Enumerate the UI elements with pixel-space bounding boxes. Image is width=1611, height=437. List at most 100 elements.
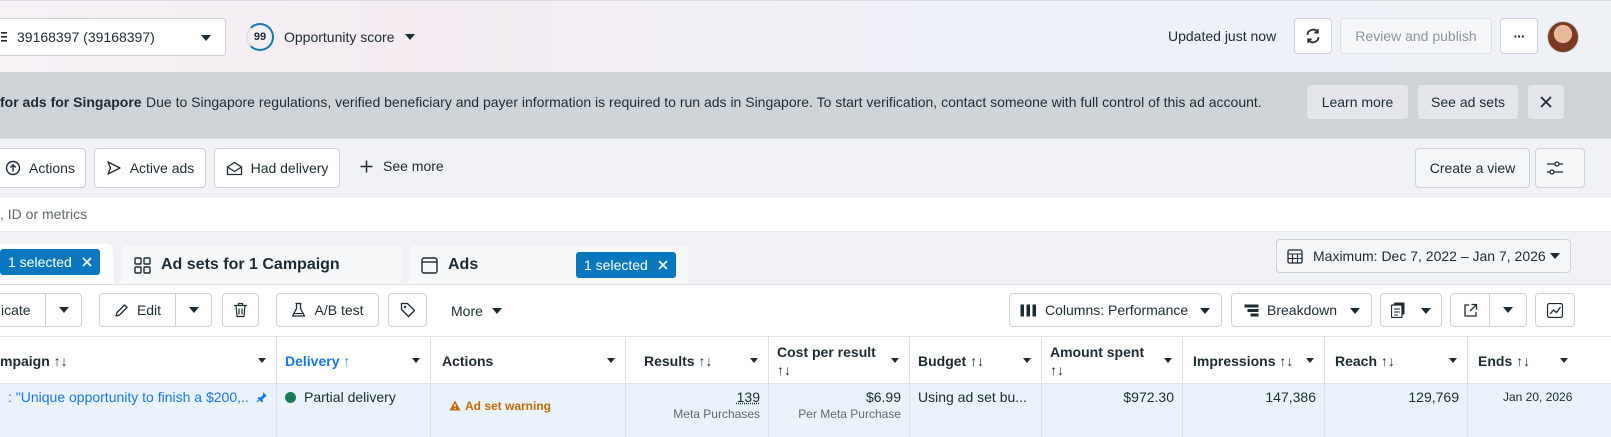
col-header-ends[interactable]: Ends ↑↓ [1468, 337, 1611, 385]
trash-icon [234, 302, 247, 318]
breakdown-icon [1244, 304, 1259, 316]
export-button[interactable] [1450, 293, 1490, 327]
cell-actions: Ad set warning [431, 384, 626, 437]
reports-button[interactable] [1380, 293, 1442, 327]
regulation-banner: for ads for Singapore Due to Singapore r… [0, 72, 1611, 138]
tab-campaigns[interactable]: 1 selected [0, 244, 113, 284]
opportunity-score[interactable]: 99 Opportunity score [246, 23, 415, 51]
edit-button[interactable]: Edit [99, 293, 176, 327]
duplicate-button[interactable]: icate [0, 293, 46, 327]
chevron-down-icon[interactable] [750, 358, 758, 363]
learn-more-button[interactable]: Learn more [1306, 84, 1409, 120]
campaigns-selected-pill[interactable]: 1 selected [0, 249, 100, 275]
col-header-cost-per-result[interactable]: Cost per result ↑↓ [769, 337, 910, 385]
create-view-button[interactable]: Create a view [1415, 148, 1530, 188]
chevron-down-icon[interactable] [258, 358, 266, 363]
campaigns-selected-label: 1 selected [8, 254, 72, 270]
see-ad-sets-button[interactable]: See ad sets [1417, 84, 1519, 120]
chevron-down-icon[interactable] [1306, 358, 1314, 363]
col-header-results[interactable]: Results ↑↓ [626, 337, 769, 385]
campaign-name-link[interactable]: : "Unique opportunity to finish a $200,.… [0, 389, 250, 405]
chevron-down-icon[interactable] [1449, 358, 1457, 363]
chevron-down-icon [1200, 308, 1210, 314]
col-header-budget[interactable]: Budget ↑↓ [910, 337, 1042, 385]
budget-value: Using ad set bu... [918, 389, 1027, 405]
chevron-down-icon[interactable] [1164, 358, 1172, 363]
chevron-down-icon[interactable] [412, 358, 420, 363]
date-range-picker[interactable]: Maximum: Dec 7, 2022 – Jan 7, 2026 [1276, 239, 1571, 273]
tab-ad-sets[interactable]: Ad sets for 1 Campaign [121, 246, 401, 284]
account-selector[interactable]: 39168397 (39168397) [0, 18, 226, 56]
calendar-icon [1287, 249, 1303, 264]
search-input-placeholder[interactable]: , ID or metrics [0, 206, 87, 222]
score-ring-icon: 99 [246, 23, 274, 51]
ad-set-warning-badge[interactable]: Ad set warning [449, 399, 551, 413]
line-chart-icon [1547, 302, 1563, 318]
list-icon [1, 32, 7, 42]
chevron-down-icon [1421, 308, 1431, 314]
avatar[interactable] [1547, 21, 1579, 53]
table-header: mpaign ↑↓ Delivery ↑ Actions Results ↑↓ … [0, 336, 1611, 385]
cell-budget: Using ad set bu... [910, 384, 1042, 437]
close-icon[interactable] [82, 257, 92, 267]
col-header-reach[interactable]: Reach ↑↓ [1325, 337, 1468, 385]
delete-button[interactable] [222, 293, 259, 327]
reach-value: 129,769 [1408, 389, 1459, 405]
ab-test-button[interactable]: A/B test [276, 293, 379, 327]
tab-ads[interactable]: Ads 1 selected [409, 246, 688, 284]
edit-dropdown[interactable] [175, 293, 212, 327]
chevron-down-icon[interactable] [1023, 358, 1031, 363]
filter-had-delivery[interactable]: Had delivery [214, 148, 340, 188]
col-header-label: Reach ↑↓ [1335, 353, 1395, 369]
tag-icon [400, 302, 415, 318]
col-header-actions[interactable]: Actions [431, 337, 626, 385]
charts-button[interactable] [1535, 293, 1575, 327]
chevron-down-icon[interactable] [607, 358, 615, 363]
columns-button[interactable]: Columns: Performance [1009, 293, 1222, 327]
filter-bar: Actions Active ads Had delivery See more… [0, 138, 1611, 196]
ad-window-icon [421, 256, 438, 274]
results-value[interactable]: 139 [634, 389, 760, 405]
close-banner-button[interactable] [1527, 84, 1565, 120]
col-header-label: Results ↑↓ [644, 353, 713, 369]
col-header-amount-spent[interactable]: Amount spent ↑↓ [1042, 337, 1183, 385]
updated-text: Updated just now [1168, 28, 1277, 44]
delivery-status-dot [285, 392, 296, 403]
chevron-down-icon[interactable] [891, 358, 899, 363]
filter-actions[interactable]: Actions [0, 148, 86, 188]
search-bar[interactable]: , ID or metrics [0, 196, 1611, 232]
duplicate-label: icate [1, 302, 31, 318]
send-icon [107, 161, 121, 175]
results-type: Meta Purchases [673, 407, 760, 421]
cell-impressions: 147,386 [1183, 384, 1325, 437]
review-publish-button[interactable]: Review and publish [1340, 18, 1492, 54]
see-more-filters[interactable]: See more [360, 158, 444, 174]
breakdown-button[interactable]: Breakdown [1231, 293, 1372, 327]
delivery-status: Partial delivery [304, 389, 396, 405]
chevron-down-icon[interactable] [1560, 358, 1568, 363]
chevron-down-icon [1350, 308, 1360, 314]
col-header-impressions[interactable]: Impressions ↑↓ [1183, 337, 1325, 385]
filter-actions-label: Actions [29, 160, 75, 176]
filter-active-ads[interactable]: Active ads [94, 148, 206, 188]
pin-icon[interactable] [256, 391, 268, 403]
chevron-down-icon [201, 35, 211, 41]
more-actions-button[interactable]: More [451, 303, 502, 319]
tab-ad-sets-label: Ad sets for 1 Campaign [161, 256, 340, 273]
duplicate-dropdown[interactable] [45, 293, 82, 327]
export-dropdown[interactable] [1489, 293, 1527, 327]
view-settings-button[interactable] [1535, 148, 1585, 188]
col-header-campaign[interactable]: mpaign ↑↓ [0, 337, 277, 385]
close-icon[interactable] [658, 260, 668, 270]
chevron-down-icon [188, 307, 199, 313]
tag-button[interactable] [388, 293, 427, 327]
ads-selected-pill[interactable]: 1 selected [576, 252, 676, 278]
table-row[interactable]: : "Unique opportunity to finish a $200,.… [0, 384, 1611, 437]
refresh-button[interactable] [1294, 18, 1332, 54]
more-options-button[interactable]: ··· [1500, 18, 1538, 54]
cell-campaign-name[interactable]: : "Unique opportunity to finish a $200,.… [0, 384, 277, 437]
chevron-down-icon [1550, 253, 1560, 259]
col-header-delivery[interactable]: Delivery ↑ [277, 337, 431, 385]
report-icon [1391, 302, 1405, 318]
refresh-icon [1306, 28, 1320, 44]
